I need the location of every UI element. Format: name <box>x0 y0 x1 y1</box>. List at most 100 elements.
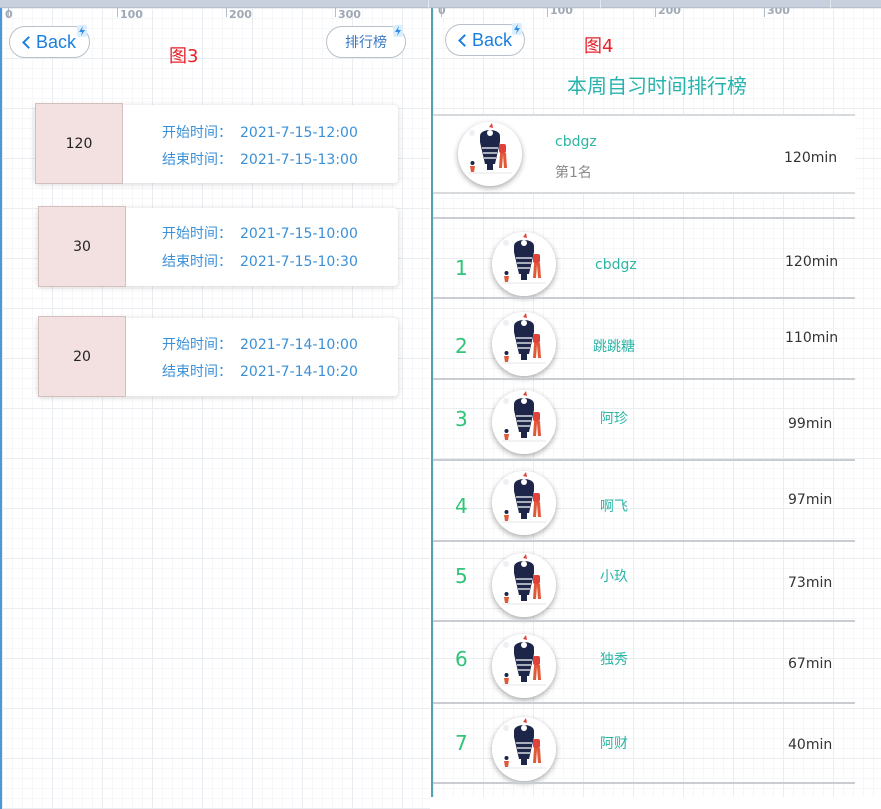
ruler-tick <box>226 8 227 17</box>
list-divider <box>433 702 855 704</box>
rank-number: 5 <box>455 564 468 588</box>
list-divider <box>433 620 855 622</box>
toolbar-divider <box>830 0 831 8</box>
ruler-label: 300 <box>338 8 361 21</box>
rank-number: 4 <box>455 494 468 518</box>
list-divider <box>433 540 855 542</box>
user-name: 阿珍 <box>600 411 628 427</box>
user-name: 阿财 <box>600 736 628 752</box>
toolbar-divider <box>428 0 429 8</box>
leaderboard-title: 本周自习时间排行榜 <box>567 74 747 98</box>
avatar <box>492 634 556 698</box>
start-time-line: 开始时间： 2021-7-15-12:00 <box>162 122 358 142</box>
ruler-tick <box>117 8 118 17</box>
ruler-tick <box>764 8 765 17</box>
avatar-illustration-icon <box>492 634 556 698</box>
duration-box: 20 <box>38 316 126 397</box>
back-button[interactable]: Back <box>9 26 90 58</box>
start-time-value: 2021-7-14-10:00 <box>240 337 358 353</box>
ruler-label: 100 <box>550 8 573 17</box>
ruler-label: 200 <box>229 8 252 21</box>
avatar <box>492 232 556 296</box>
top-user-name: cbdgz <box>555 134 597 150</box>
rank-number: 1 <box>455 256 468 280</box>
study-record-card[interactable]: 120 开始时间： 2021-7-15-12:00 结束时间： 2021-7-15-… <box>35 103 398 184</box>
avatar-illustration-icon <box>492 390 556 454</box>
list-divider <box>433 459 855 461</box>
start-time-value: 2021-7-15-12:00 <box>240 125 358 141</box>
end-time-value: 2021-7-15-10:30 <box>240 254 358 270</box>
user-minutes: 99min <box>788 416 833 432</box>
avatar-illustration-icon <box>492 232 556 296</box>
figure4-panel: 0 100 200 300 Back 图4 本周自习时间排行榜 cbdgz 第1… <box>431 8 881 797</box>
leaderboard-button-label: 排行榜 <box>345 35 387 51</box>
avatar-illustration-icon <box>492 471 556 535</box>
back-button[interactable]: Back <box>445 24 525 56</box>
top-user-minutes: 120min <box>784 150 838 166</box>
study-record-card[interactable]: 20 开始时间： 2021-7-14-10:00 结束时间： 2021-7-14-1… <box>38 316 398 397</box>
ruler-tick <box>547 8 548 17</box>
avatar <box>492 312 556 376</box>
ruler-label: 0 <box>438 8 446 17</box>
avatar <box>492 553 556 617</box>
user-name: 小玖 <box>600 569 628 585</box>
user-name: 啊飞 <box>600 499 628 515</box>
chevron-left-icon <box>458 34 471 47</box>
start-time-label: 开始时间： <box>162 226 232 242</box>
user-name: 跳跳糖 <box>593 339 635 355</box>
end-time-value: 2021-7-15-13:00 <box>240 152 358 168</box>
user-minutes: 40min <box>788 737 833 753</box>
ruler-label: 0 <box>5 8 13 21</box>
leaderboard-button[interactable]: 排行榜 <box>326 26 406 58</box>
figure4-label: 图4 <box>584 36 614 57</box>
user-minutes: 73min <box>788 575 833 591</box>
avatar <box>492 390 556 454</box>
avatar <box>458 122 522 186</box>
avatar-illustration-icon <box>458 122 522 186</box>
duration-box: 120 <box>35 103 123 184</box>
rank-number: 7 <box>455 731 468 755</box>
top-user-place: 第1名 <box>555 165 592 181</box>
chevron-left-icon <box>22 36 35 49</box>
avatar-illustration-icon <box>492 312 556 376</box>
duration-box: 30 <box>38 206 126 287</box>
avatar-illustration-icon <box>492 553 556 617</box>
top-user-card[interactable]: cbdgz 第1名 120min <box>433 114 855 194</box>
user-minutes: 120min <box>785 254 839 270</box>
end-time-value: 2021-7-14-10:20 <box>240 364 358 380</box>
study-record-card[interactable]: 30 开始时间： 2021-7-15-10:00 结束时间： 2021-7-15-1… <box>38 206 398 287</box>
start-time-value: 2021-7-15-10:00 <box>240 226 358 242</box>
end-time-line: 结束时间： 2021-7-15-10:30 <box>162 251 358 271</box>
rank-number: 2 <box>455 334 468 358</box>
avatar <box>492 717 556 781</box>
user-minutes: 97min <box>788 492 833 508</box>
list-divider <box>433 217 855 219</box>
user-minutes: 67min <box>788 656 833 672</box>
lightning-icon <box>393 25 403 37</box>
ruler-tick <box>335 8 336 17</box>
end-time-line: 结束时间： 2021-7-14-10:20 <box>162 361 358 381</box>
ruler-label: 200 <box>658 8 681 17</box>
end-time-label: 结束时间： <box>162 152 232 168</box>
rank-number: 3 <box>455 407 468 431</box>
figure3-label: 图3 <box>169 46 199 67</box>
start-time-line: 开始时间： 2021-7-15-10:00 <box>162 223 358 243</box>
ruler-label: 300 <box>767 8 790 17</box>
start-time-label: 开始时间： <box>162 125 232 141</box>
end-time-label: 结束时间： <box>162 254 232 270</box>
list-divider <box>433 378 855 380</box>
user-name: cbdgz <box>595 257 637 273</box>
ruler-tick <box>655 8 656 17</box>
end-time-line: 结束时间： 2021-7-15-13:00 <box>162 149 358 169</box>
toolbar-divider <box>600 0 601 8</box>
figure3-panel: 0 100 200 300 Back 图3 排行榜 120 开始时间： 2021-… <box>0 8 430 809</box>
back-button-label: Back <box>472 29 513 50</box>
list-divider <box>433 782 855 784</box>
end-time-label: 结束时间： <box>162 364 232 380</box>
rank-number: 6 <box>455 647 468 671</box>
ruler-label: 100 <box>120 8 143 21</box>
lightning-icon <box>512 23 522 35</box>
start-time-line: 开始时间： 2021-7-14-10:00 <box>162 334 358 354</box>
back-button-label: Back <box>36 31 77 52</box>
list-divider <box>433 297 855 299</box>
